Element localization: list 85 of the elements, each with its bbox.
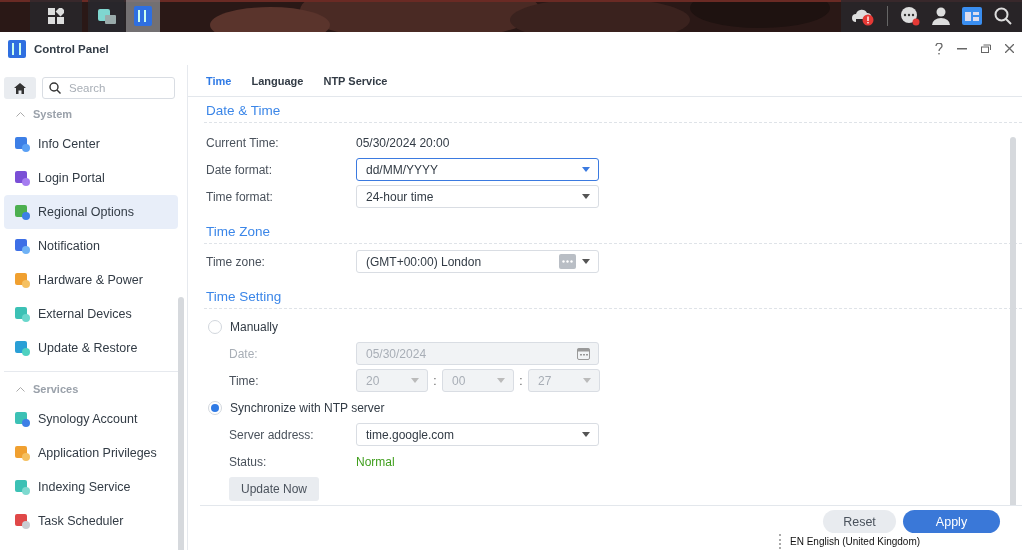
app-icon [14, 238, 30, 254]
sidebar-item[interactable]: Synology Account [4, 402, 178, 436]
chevron-icon [16, 386, 25, 392]
dropdown-field[interactable]: dd/MM/YYYY [356, 158, 599, 181]
dropdown-field[interactable]: time.google.com [356, 423, 599, 446]
caret-icon [582, 432, 590, 437]
home-icon [14, 82, 26, 94]
app-icon [14, 306, 30, 322]
field-label: Time zone: [206, 254, 266, 269]
sidebar-item-label: Task Scheduler [38, 514, 124, 528]
help-icon[interactable] [935, 42, 943, 55]
field-label: Date: [229, 346, 259, 361]
restore-icon[interactable] [981, 44, 991, 53]
sidebar-item-label: Info Center [38, 137, 100, 151]
search-icon [49, 82, 61, 94]
sidebar-item[interactable]: Task Scheduler [4, 504, 178, 538]
time-separator: : [518, 373, 524, 388]
apply-button[interactable]: Apply [903, 510, 1000, 533]
app-icon [14, 204, 30, 220]
reset-button[interactable]: Reset [823, 510, 896, 533]
sidebar-item-label: Hardware & Power [38, 273, 143, 287]
calendar-icon [577, 347, 590, 360]
time-separator: : [432, 373, 438, 388]
caret-icon [582, 259, 590, 264]
search-field[interactable]: Search [42, 77, 175, 99]
input-language[interactable]: EN English (United Kingdom) [790, 536, 921, 547]
dropdown-field[interactable]: 24-hour time [356, 185, 599, 208]
caret-icon [411, 378, 419, 383]
window-title: Control Panel [34, 42, 109, 55]
home-button[interactable] [4, 77, 36, 99]
sidebar-item-label: Indexing Service [38, 480, 131, 494]
chat-icon[interactable] [900, 6, 920, 26]
dropdown-field[interactable]: (GMT+00:00) London [356, 250, 599, 273]
sidebar-item-label: Login Portal [38, 171, 105, 185]
app-icon [14, 170, 30, 186]
caret-icon [497, 378, 505, 383]
app-icon [14, 479, 30, 495]
sidebar-item-label: Notification [38, 239, 100, 253]
field-label: Time: [229, 373, 260, 388]
tab[interactable]: NTP Service [323, 74, 388, 87]
sidebar-item[interactable]: Update & Restore [4, 331, 178, 365]
minimize-icon[interactable] [957, 47, 967, 50]
sidebar-item[interactable]: Login Portal [4, 161, 178, 195]
sidebar-item[interactable]: Regional Options [4, 195, 178, 229]
app-icon [14, 445, 30, 461]
section-title: Date & Time [204, 97, 1022, 123]
tab[interactable]: Language [251, 74, 304, 87]
field-label: Date format: [206, 162, 274, 177]
sidebar-item[interactable]: Notification [4, 229, 178, 263]
app-icon [14, 513, 30, 529]
field-label: Server address: [229, 427, 315, 442]
field-label: Time format: [206, 189, 274, 204]
app-icon [14, 272, 30, 288]
user-icon[interactable] [932, 7, 950, 25]
caret-icon [583, 378, 591, 383]
taskbar-app[interactable] [90, 0, 124, 32]
sidebar-item[interactable]: Application Privileges [4, 436, 178, 470]
status-value: Normal [356, 454, 395, 469]
current-time: 05/30/2024 20:00 [356, 135, 450, 150]
sidebar-item-label: Regional Options [38, 205, 134, 219]
sidebar-item-label: External Devices [38, 307, 132, 321]
search-icon[interactable] [994, 7, 1012, 25]
caret-icon [582, 167, 590, 172]
field-label: Current Time: [206, 135, 280, 150]
chevron-icon [16, 111, 25, 117]
update-now-button[interactable]: Update Now [229, 477, 320, 501]
sidebar-item-label: Application Privileges [38, 446, 157, 460]
tab[interactable]: Time [206, 74, 232, 87]
sidebar-item[interactable]: Hardware & Power [4, 263, 178, 297]
grid-icon [48, 8, 64, 24]
search-input[interactable]: Search [67, 81, 161, 95]
sidebar-item[interactable]: Info Center [4, 127, 178, 161]
sidebar-item-label: Update & Restore [38, 341, 138, 355]
radio-option[interactable]: Synchronize with NTP server [206, 394, 1022, 421]
sidebar-item-label: Synology Account [38, 412, 138, 426]
sidebar-item[interactable]: External Devices [4, 297, 178, 331]
caret-icon [582, 194, 590, 199]
app-icon [14, 340, 30, 356]
app-icon [14, 136, 30, 152]
field-label: Status: [229, 454, 268, 469]
widget-icon[interactable] [962, 7, 982, 25]
app-icon [14, 411, 30, 427]
taskbar-app[interactable] [126, 0, 160, 32]
sidebar-item[interactable]: Indexing Service [4, 470, 178, 504]
close-icon[interactable] [1005, 44, 1014, 53]
